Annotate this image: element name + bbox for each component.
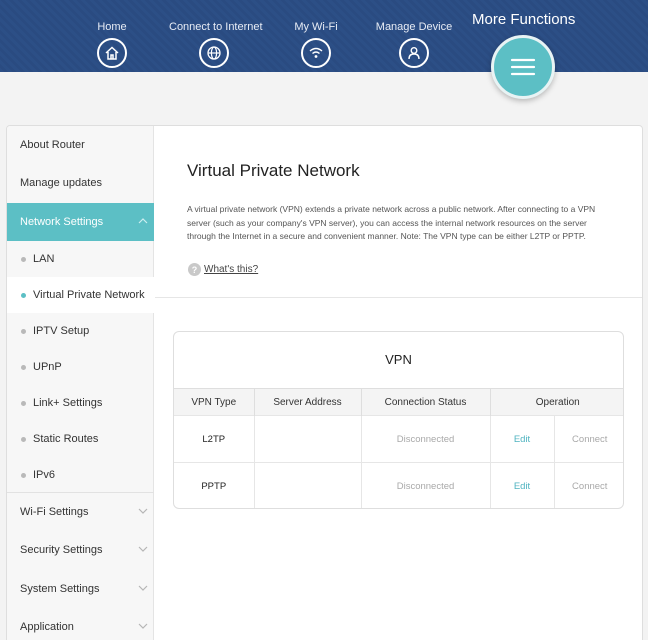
menu-icon bbox=[510, 58, 536, 76]
connect-button[interactable]: Connect bbox=[554, 415, 623, 463]
bullet-dot bbox=[21, 365, 26, 370]
subitem-label: Static Routes bbox=[33, 433, 99, 445]
help-link-row[interactable]: ? What's this? bbox=[188, 263, 258, 276]
sidebar: About Router Manage updates Network Sett… bbox=[7, 126, 154, 640]
whats-this-link[interactable]: What's this? bbox=[204, 264, 258, 275]
home-icon bbox=[97, 38, 127, 68]
wifi-icon bbox=[301, 38, 331, 68]
vpn-type-cell: L2TP bbox=[174, 415, 255, 463]
chevron-down-icon bbox=[138, 508, 148, 514]
col-header-vpn-type: VPN Type bbox=[174, 388, 255, 416]
sidebar-item-wifi-settings[interactable]: Wi-Fi Settings bbox=[7, 493, 154, 531]
sidebar-item-label: Security Settings bbox=[20, 544, 103, 556]
connection-status-cell: Disconnected bbox=[361, 462, 491, 508]
vpn-card: VPN VPN Type Server Address Connection S… bbox=[173, 331, 624, 509]
globe-icon bbox=[199, 38, 229, 68]
sidebar-item-manage-updates[interactable]: Manage updates bbox=[7, 164, 154, 202]
sidebar-item-network-settings[interactable]: Network Settings bbox=[7, 203, 154, 241]
edit-button[interactable]: Edit bbox=[490, 415, 555, 463]
sidebar-subitem-lan[interactable]: LAN bbox=[7, 241, 154, 277]
bullet-dot bbox=[21, 437, 26, 442]
content-area: Virtual Private Network A virtual privat… bbox=[155, 126, 642, 640]
sidebar-subitem-ipv6[interactable]: IPv6 bbox=[7, 457, 154, 493]
vpn-type-cell: PPTP bbox=[174, 462, 255, 508]
table-row: PPTP Disconnected Edit Connect bbox=[174, 462, 623, 508]
section-divider bbox=[155, 297, 642, 298]
main-panel: About Router Manage updates Network Sett… bbox=[6, 125, 643, 640]
chevron-down-icon bbox=[138, 623, 148, 629]
subitem-label: IPv6 bbox=[33, 469, 56, 481]
sidebar-subitem-static-routes[interactable]: Static Routes bbox=[7, 421, 154, 457]
subitem-label: LAN bbox=[33, 253, 55, 265]
nav-wifi-label: My Wi-Fi bbox=[294, 21, 338, 33]
sidebar-item-about-router[interactable]: About Router bbox=[7, 126, 154, 164]
connection-status-cell: Disconnected bbox=[361, 415, 491, 463]
sidebar-item-label: Network Settings bbox=[20, 216, 104, 228]
vpn-card-title: VPN bbox=[385, 352, 412, 367]
subitem-label: Link+ Settings bbox=[33, 397, 103, 409]
page-description: A virtual private network (VPN) extends … bbox=[187, 204, 596, 241]
sidebar-item-system-settings[interactable]: System Settings bbox=[7, 570, 154, 608]
sidebar-item-security-settings[interactable]: Security Settings bbox=[7, 531, 154, 569]
question-icon: ? bbox=[188, 263, 201, 276]
chevron-down-icon bbox=[138, 585, 148, 591]
sidebar-item-label: Manage updates bbox=[20, 177, 102, 189]
connect-button[interactable]: Connect bbox=[554, 462, 623, 508]
col-header-server-address: Server Address bbox=[254, 388, 362, 416]
table-row: L2TP Disconnected Edit Connect bbox=[174, 415, 623, 463]
bullet-dot bbox=[21, 293, 26, 298]
nav-device-label: Manage Device bbox=[375, 21, 453, 33]
more-functions-button[interactable] bbox=[491, 35, 555, 99]
user-icon bbox=[399, 38, 429, 68]
sidebar-item-label: About Router bbox=[20, 139, 85, 151]
bullet-dot bbox=[21, 329, 26, 334]
page-title: Virtual Private Network bbox=[187, 161, 360, 180]
server-address-cell bbox=[254, 462, 362, 508]
sidebar-item-label: System Settings bbox=[20, 583, 100, 595]
server-address-cell bbox=[254, 415, 362, 463]
sidebar-subitem-iptv[interactable]: IPTV Setup bbox=[7, 313, 154, 349]
edit-button[interactable]: Edit bbox=[490, 462, 555, 508]
sidebar-item-label: Application bbox=[20, 621, 74, 633]
bullet-dot bbox=[21, 473, 26, 478]
more-functions-label: More Functions bbox=[472, 11, 576, 28]
nav-internet-label: Connect to Internet bbox=[169, 21, 263, 33]
nav-home-label: Home bbox=[97, 21, 127, 33]
subitem-label: IPTV Setup bbox=[33, 325, 90, 337]
chevron-up-icon bbox=[138, 218, 148, 224]
col-header-operation: Operation bbox=[490, 388, 623, 416]
sidebar-subitem-vpn[interactable]: Virtual Private Network bbox=[7, 277, 154, 313]
chevron-down-icon bbox=[138, 546, 148, 552]
bullet-dot bbox=[21, 257, 26, 262]
sidebar-item-label: Wi-Fi Settings bbox=[20, 506, 89, 518]
sidebar-subitem-upnp[interactable]: UPnP bbox=[7, 349, 154, 385]
sidebar-subitem-link-plus[interactable]: Link+ Settings bbox=[7, 385, 154, 421]
col-header-connection-status: Connection Status bbox=[361, 388, 491, 416]
vpn-table: VPN Type Server Address Connection Statu… bbox=[174, 388, 623, 508]
subitem-label: Virtual Private Network bbox=[33, 289, 145, 301]
sidebar-item-application[interactable]: Application bbox=[7, 608, 154, 640]
subitem-label: UPnP bbox=[33, 361, 62, 373]
bullet-dot bbox=[21, 401, 26, 406]
table-header-row: VPN Type Server Address Connection Statu… bbox=[174, 388, 623, 416]
